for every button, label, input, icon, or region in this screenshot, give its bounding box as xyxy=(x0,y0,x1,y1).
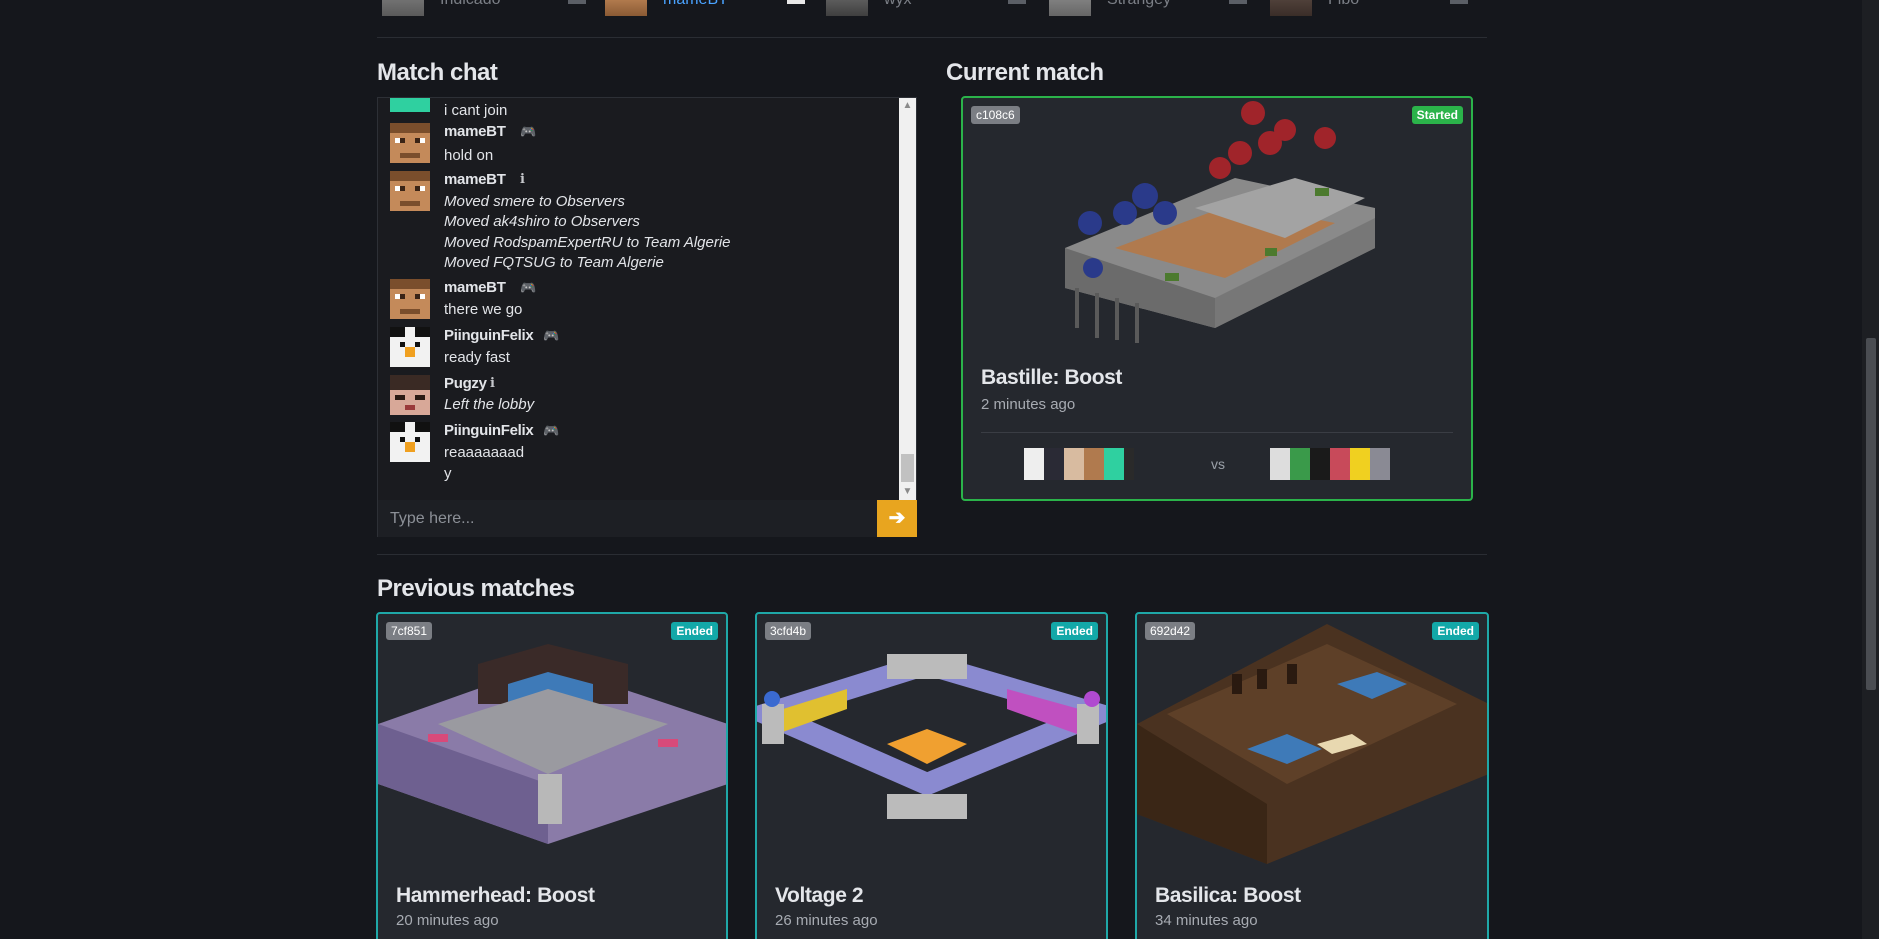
map-thumbnail xyxy=(757,654,1106,819)
slot-toggle[interactable] xyxy=(568,0,586,4)
avatar xyxy=(1350,448,1370,480)
chat-system-text: Moved FQTSUG to Team Algerie xyxy=(444,254,664,271)
match-time: 34 minutes ago xyxy=(1155,912,1258,929)
chat-text: i cant join xyxy=(444,102,508,119)
page-scrollbar[interactable] xyxy=(1862,0,1879,939)
chat-username[interactable]: Pugzy xyxy=(444,375,487,392)
avatar xyxy=(605,0,647,16)
match-time: 26 minutes ago xyxy=(775,912,878,929)
chat-system-text: Left the lobby xyxy=(444,396,535,413)
arrow-right-icon: ➔ xyxy=(888,507,906,529)
avatar xyxy=(1104,448,1124,480)
chat-scrollbar[interactable]: ▲ ▼ xyxy=(899,98,916,500)
status-badge: Started xyxy=(1411,106,1463,124)
scroll-thumb[interactable] xyxy=(901,454,914,482)
chat-text: hold on xyxy=(444,147,494,164)
gamepad-icon: 🎮 xyxy=(543,423,560,438)
match-id-badge: 7cf851 xyxy=(386,622,433,640)
avatar xyxy=(1064,448,1084,480)
chat-username[interactable]: mameBT xyxy=(444,171,506,188)
chat-username[interactable]: mameBT xyxy=(444,123,506,140)
map-name: Hammerhead: Boost xyxy=(396,884,595,907)
status-badge: Ended xyxy=(1051,622,1098,640)
scroll-up-icon[interactable]: ▲ xyxy=(899,98,916,114)
avatar xyxy=(1049,0,1091,16)
slot-toggle[interactable] xyxy=(1450,0,1468,4)
info-icon: i xyxy=(490,376,495,391)
send-button[interactable]: ➔ xyxy=(877,500,917,537)
avatar xyxy=(390,422,430,462)
avatar xyxy=(1044,448,1064,480)
map-name: Bastille: Boost xyxy=(981,366,1123,389)
chat-system-text: Moved ak4shiro to Observers xyxy=(444,213,640,230)
team-left xyxy=(1024,448,1134,480)
avatar xyxy=(1290,448,1310,480)
match-card[interactable]: 7cf851 Ended Hammerhead: Boost 20 minute… xyxy=(376,612,728,939)
map-thumbnail xyxy=(1137,624,1487,864)
player-name: mameBT xyxy=(663,0,728,9)
team-right xyxy=(1270,448,1390,480)
map-thumbnail xyxy=(378,644,726,844)
chat-text: reaaaaaaad xyxy=(444,444,525,461)
chat-text: ready fast xyxy=(444,349,510,366)
chat-text: there we go xyxy=(444,301,523,318)
avatar xyxy=(390,171,430,211)
map-name: Basilica: Boost xyxy=(1155,884,1301,907)
match-chat-title: Match chat xyxy=(377,59,498,86)
chat-username[interactable]: PiinguinFelix xyxy=(444,327,534,344)
section-divider xyxy=(377,554,1487,555)
gamepad-icon: 🎮 xyxy=(520,124,537,139)
avatar xyxy=(1270,448,1290,480)
match-id-badge: 3cfd4b xyxy=(765,622,812,640)
match-card[interactable]: 692d42 Ended Basilica: Boost 34 minutes … xyxy=(1135,612,1489,939)
match-chat: i cant join mameBT 🎮 hold on mameBT i Mo… xyxy=(377,97,917,537)
match-id-badge: c108c6 xyxy=(971,106,1020,124)
chat-system-text: Moved RodspamExpertRU to Team Algerie xyxy=(444,234,731,251)
previous-matches-title: Previous matches xyxy=(377,575,575,602)
page-scroll-thumb[interactable] xyxy=(1866,338,1876,690)
map-name: Voltage 2 xyxy=(775,884,864,907)
avatar xyxy=(390,98,430,112)
player-name: Strangey xyxy=(1107,0,1171,9)
player-name: wyx xyxy=(884,0,912,9)
avatar xyxy=(826,0,868,16)
avatar xyxy=(390,375,430,415)
chat-username[interactable]: mameBT xyxy=(444,279,506,296)
slot-toggle[interactable] xyxy=(1008,0,1026,4)
avatar xyxy=(390,123,430,163)
current-match-card[interactable]: c108c6 Started Bastille: Boost 2 minutes… xyxy=(961,96,1473,501)
avatar xyxy=(1084,448,1104,480)
chat-username[interactable]: PiinguinFelix xyxy=(444,422,534,439)
slot-toggle[interactable] xyxy=(787,0,805,4)
card-divider xyxy=(981,432,1453,433)
chat-input[interactable] xyxy=(378,500,877,537)
avatar xyxy=(1124,448,1134,480)
chat-log[interactable]: i cant join mameBT 🎮 hold on mameBT i Mo… xyxy=(378,98,900,500)
slot-toggle[interactable] xyxy=(1229,0,1247,4)
avatar xyxy=(390,279,430,319)
avatar xyxy=(1330,448,1350,480)
gamepad-icon: 🎮 xyxy=(543,328,560,343)
vs-label: vs xyxy=(1211,456,1225,472)
chat-system-text: Moved smere to Observers xyxy=(444,193,625,210)
gamepad-icon: 🎮 xyxy=(520,280,537,295)
players-strip: Indicado mameBT wyx Strangey Fibo xyxy=(377,0,1487,38)
map-thumbnail xyxy=(1065,101,1375,343)
scroll-down-icon[interactable]: ▼ xyxy=(899,484,916,500)
status-badge: Ended xyxy=(671,622,718,640)
avatar xyxy=(1310,448,1330,480)
avatar xyxy=(1270,0,1312,16)
avatar xyxy=(1024,448,1044,480)
player-name: Indicado xyxy=(440,0,501,9)
avatar xyxy=(390,327,430,367)
avatar xyxy=(382,0,424,16)
info-icon: i xyxy=(520,172,525,187)
match-card[interactable]: 3cfd4b Ended Voltage 2 26 minutes ago xyxy=(755,612,1108,939)
chat-text: y xyxy=(444,465,452,482)
player-name: Fibo xyxy=(1328,0,1359,9)
avatar xyxy=(1370,448,1390,480)
match-time: 20 minutes ago xyxy=(396,912,499,929)
current-match-title: Current match xyxy=(946,59,1104,86)
match-time: 2 minutes ago xyxy=(981,396,1076,413)
